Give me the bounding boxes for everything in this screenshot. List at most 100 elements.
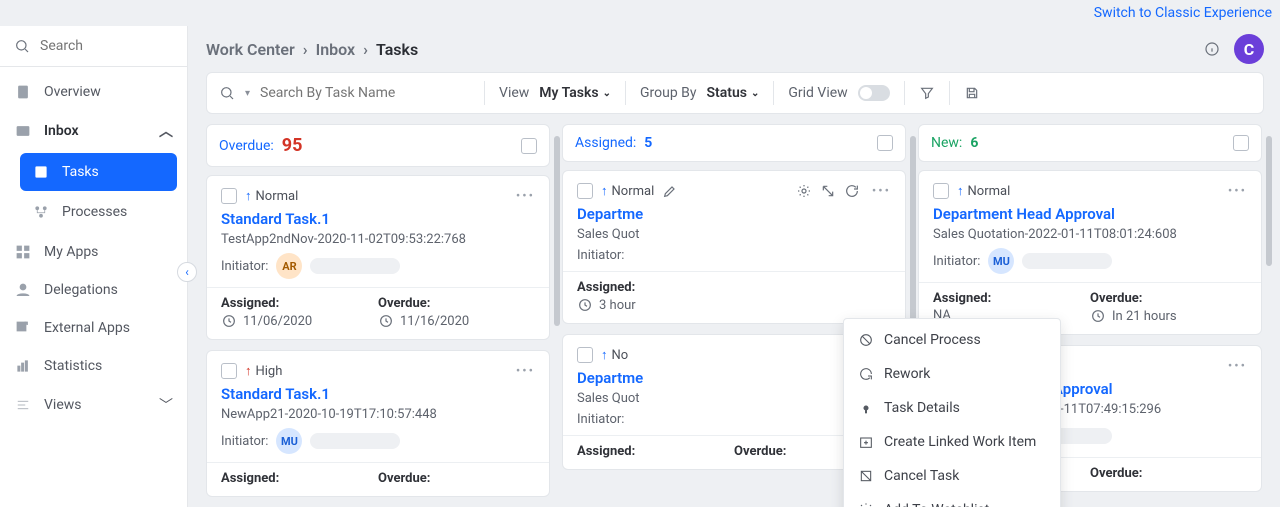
task-card[interactable]: ↑Normal ••• Standard Task.1 TestApp2ndNo… [206, 175, 550, 340]
refresh-icon[interactable] [844, 183, 860, 199]
assigned-label: Assigned: [221, 471, 378, 486]
scrollbar[interactable] [910, 136, 916, 326]
toolbar: ▾ View My Tasks ⌄ Group By Status ⌄ Grid… [206, 72, 1264, 114]
select-all-checkbox[interactable] [1233, 135, 1249, 151]
column-count: 5 [644, 135, 652, 151]
assigned-label: Assigned: [221, 296, 378, 311]
grid-view-toggle[interactable] [858, 85, 890, 101]
clock-icon [221, 313, 237, 329]
menu-add-watchlist[interactable]: Add To Watchlist [844, 493, 1060, 507]
select-all-checkbox[interactable] [877, 135, 893, 151]
user-icon [14, 281, 32, 299]
initiator-chip: MU [988, 248, 1014, 274]
task-card[interactable]: ↑High ••• Standard Task.1 NewApp21-2020-… [206, 350, 550, 497]
initiator-label: Initiator: [933, 254, 980, 269]
menu-rework[interactable]: Rework [844, 357, 1060, 391]
switch-classic-link[interactable]: Switch to Classic Experience [1094, 5, 1272, 21]
edit-icon[interactable] [662, 183, 678, 199]
nav-external[interactable]: External Apps [0, 309, 187, 347]
initiator-label: Initiator: [221, 259, 268, 274]
clock-icon [1090, 308, 1106, 324]
task-checkbox[interactable] [577, 183, 593, 199]
task-search-input[interactable] [260, 85, 470, 101]
group-dropdown[interactable]: Status ⌄ [707, 85, 760, 101]
nav-processes[interactable]: Processes [20, 193, 177, 231]
overdue-label: Overdue: [1090, 466, 1247, 481]
scrollbar[interactable] [554, 136, 560, 326]
menu-cancel-process[interactable]: Cancel Process [844, 323, 1060, 357]
assigned-label: Assigned: [577, 280, 734, 295]
sidebar: Overview Inbox ︿ Tasks Processes My Ap [0, 26, 188, 507]
card-more-button[interactable]: ••• [516, 364, 535, 379]
nav-label: Views [44, 397, 82, 413]
nav-statistics[interactable]: Statistics [0, 347, 187, 385]
card-more-button[interactable]: ••• [516, 189, 535, 204]
nav-myapps[interactable]: My Apps [0, 233, 187, 271]
card-more-button[interactable]: ••• [1228, 359, 1247, 374]
nav-label: Tasks [62, 164, 99, 180]
task-title[interactable]: Departme [577, 205, 891, 223]
search-icon [14, 38, 30, 54]
priority-badge: ↑High [245, 363, 282, 379]
initiator-chip: AR [276, 253, 302, 279]
initiator-name [1022, 253, 1112, 269]
watchlist-icon[interactable] [796, 183, 812, 199]
task-card[interactable]: ↑Normal ••• Departme Sales Quot [562, 170, 906, 324]
task-checkbox[interactable] [221, 188, 237, 204]
menu-create-linked[interactable]: Create Linked Work Item [844, 425, 1060, 459]
save-icon[interactable] [964, 85, 980, 101]
collapse-sidebar-button[interactable]: ‹ [177, 262, 197, 282]
initiator-label: Initiator: [221, 434, 268, 449]
processes-icon [32, 203, 50, 221]
redo-icon [858, 366, 874, 382]
grid-icon [14, 243, 32, 261]
filter-icon[interactable] [919, 85, 935, 101]
assigned-label: Assigned: [933, 291, 1090, 306]
menu-task-details[interactable]: Task Details [844, 391, 1060, 425]
task-title[interactable]: Standard Task.1 [221, 385, 535, 403]
nav-label: Statistics [44, 358, 102, 374]
task-checkbox[interactable] [221, 363, 237, 379]
task-checkbox[interactable] [933, 183, 949, 199]
search-icon[interactable] [219, 85, 235, 101]
task-checkbox[interactable] [577, 347, 593, 363]
card-more-button[interactable]: ••• [1228, 184, 1247, 199]
column-label: Overdue: [219, 138, 274, 154]
priority-badge: ↑Normal [245, 188, 298, 204]
task-desc: Sales Quotation-2022-01-11T08:01:24:608 [933, 227, 1247, 242]
cancel-icon [858, 332, 874, 348]
nav-label: Overview [44, 84, 101, 100]
crumb-work-center[interactable]: Work Center [206, 40, 295, 59]
task-desc: TestApp2ndNov-2020-11-02T09:53:22:768 [221, 232, 535, 247]
crumb-tasks: Tasks [376, 40, 418, 59]
task-title[interactable]: Department Head Approval [933, 205, 1247, 223]
initiator-chip: MU [276, 428, 302, 454]
nav-delegations[interactable]: Delegations [0, 271, 187, 309]
task-desc: NewApp21-2020-10-19T17:10:57:448 [221, 407, 535, 422]
menu-cancel-task[interactable]: Cancel Task [844, 459, 1060, 493]
nav-overview[interactable]: Overview [0, 73, 187, 111]
nav-tasks[interactable]: Tasks [20, 153, 177, 191]
search-dropdown-icon[interactable]: ▾ [245, 88, 250, 99]
task-context-menu: Cancel Process Rework Task Details Creat… [843, 318, 1061, 507]
select-all-checkbox[interactable] [521, 138, 537, 154]
info-icon[interactable] [1204, 41, 1220, 57]
clipboard-icon [14, 83, 32, 101]
view-label: View [499, 85, 529, 101]
overdue-label: Overdue: [378, 296, 535, 311]
clock-icon [378, 313, 394, 329]
task-card[interactable]: ↑Normal ••• Department Head Approval Sal… [918, 170, 1262, 335]
overdue-label: Overdue: [378, 471, 535, 486]
task-title[interactable]: Standard Task.1 [221, 210, 535, 228]
card-more-button[interactable]: ••• [872, 184, 891, 199]
nav-views[interactable]: Views ﹀ [0, 385, 187, 425]
crumb-inbox[interactable]: Inbox [316, 40, 356, 59]
nav-inbox[interactable]: Inbox ︿ [0, 111, 187, 151]
avatar[interactable]: C [1234, 34, 1264, 64]
scrollbar[interactable] [1266, 136, 1272, 266]
column-count: 95 [282, 135, 303, 156]
initiator-label: Initiator: [577, 412, 624, 427]
open-icon[interactable] [820, 183, 836, 199]
sidebar-search-input[interactable] [40, 38, 150, 54]
view-dropdown[interactable]: My Tasks ⌄ [539, 85, 611, 101]
